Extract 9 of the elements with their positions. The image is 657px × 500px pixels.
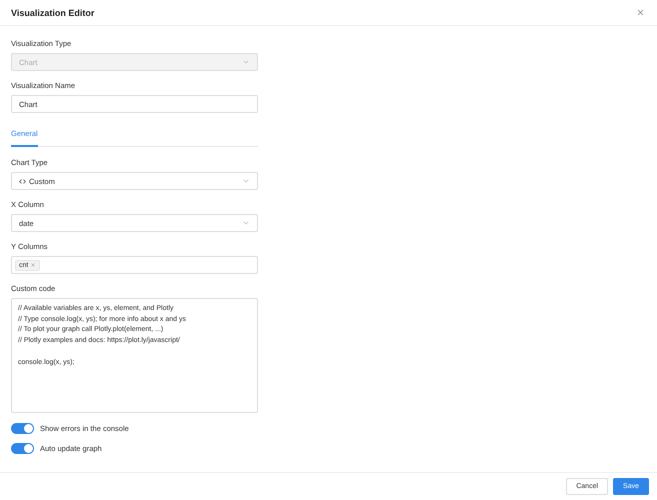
dialog-title: Visualization Editor	[11, 8, 94, 18]
code-icon	[19, 178, 26, 184]
remove-icon[interactable]	[30, 262, 36, 268]
toggle-switch[interactable]	[11, 423, 34, 434]
toggle-switch[interactable]	[11, 443, 34, 454]
chevron-icon	[242, 219, 250, 227]
close-icon[interactable]	[636, 8, 645, 17]
chevron-icon	[242, 177, 250, 185]
chevron-icon	[242, 58, 250, 66]
